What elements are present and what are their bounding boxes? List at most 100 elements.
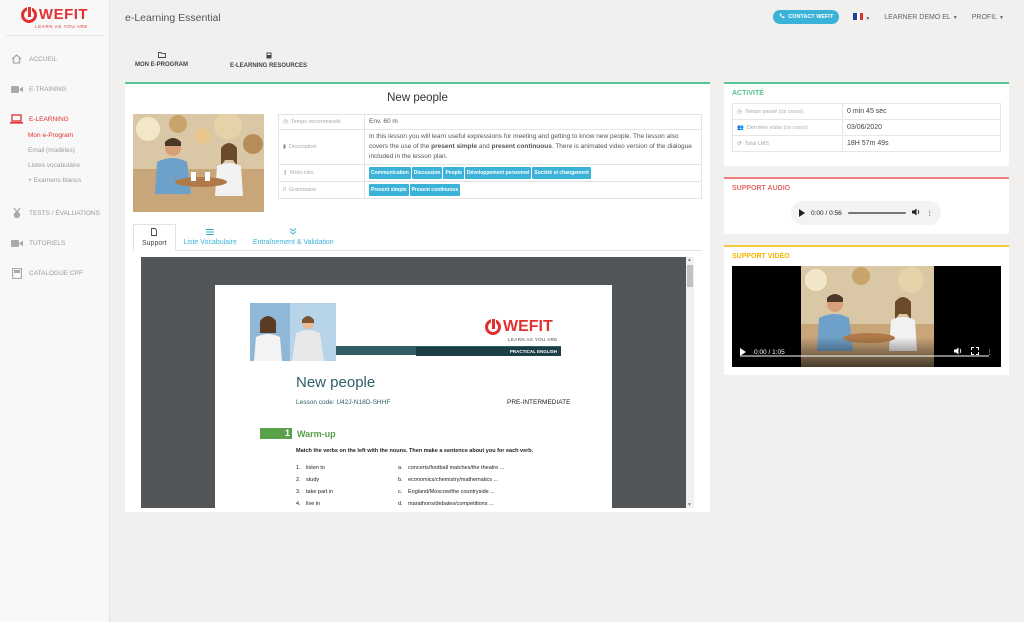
sidebar-item-tutoriels[interactable]: TUTORIELS — [0, 228, 109, 258]
e-learning-submenu: Mon e-Program Email (modèles) Listes voc… — [0, 128, 109, 188]
lesson-card: New people ◷ Temps recommandé Env. 60 m ▮… — [125, 82, 710, 512]
document-level: PRE-INTERMEDIATE — [507, 399, 571, 406]
keyword-tag[interactable]: Discussion — [411, 167, 443, 179]
brand-name: WEFIT — [38, 6, 89, 23]
document-lesson-code: Lesson code: U42J-N18D-SHHF — [296, 399, 391, 406]
volume-icon[interactable] — [911, 208, 921, 218]
tab-support[interactable]: Support — [133, 224, 176, 251]
sub-item-mon-e-program[interactable]: Mon e-Program — [28, 128, 109, 143]
audio-time: 0:00 / 0:56 — [811, 209, 842, 217]
language-dropdown[interactable]: ▼ — [853, 12, 871, 22]
app-title: e-Learning Essential — [125, 11, 221, 24]
sidebar-item-label: CATALOGUE CPF — [29, 269, 83, 277]
sidebar-item-catalogue-cpf[interactable]: CATALOGUE CPF — [0, 258, 109, 288]
caret-down-icon: ▼ — [865, 15, 871, 22]
topbar-actions: CONTACT WEFIT ▼ LEARNER DEMO EL ▼ PROFIL ▼ — [773, 10, 1004, 24]
info-key: Temps recommandé — [290, 119, 341, 125]
clock-icon: ◷ — [283, 119, 288, 125]
list-item: 4. live in — [296, 501, 321, 507]
sidebar-item-label: E-LEARNING — [29, 115, 69, 123]
sidebar-item-accueil[interactable]: ACCUEIL — [0, 44, 109, 74]
sub-item-listes-vocabulaire[interactable]: Listes vocabulaire — [28, 158, 109, 173]
activity-key: Temps passé (ce cours) — [744, 108, 804, 115]
pdf-scrollbar[interactable]: ▲ ▼ — [686, 257, 694, 508]
tab-label: Support — [142, 240, 167, 247]
video-progress-track[interactable] — [740, 355, 989, 357]
activity-key: Total LMS — [744, 140, 770, 147]
tab-liste-vocabulaire[interactable]: Liste Vocabulaire — [176, 224, 245, 250]
user-dropdown[interactable]: LEARNER DEMO EL ▼ — [884, 14, 957, 21]
brand-logo[interactable]: WEFIT LEARN AS YOU ARE — [6, 0, 103, 36]
video-camera-icon — [10, 84, 23, 95]
medal-icon — [10, 207, 23, 219]
video-title: SUPPORT VIDÉO — [732, 253, 790, 260]
topbar: e-Learning Essential CONTACT WEFIT ▼ LEA… — [110, 0, 1024, 35]
list-item: 1. listen to — [296, 465, 325, 471]
book-icon: ▮ — [283, 144, 287, 150]
info-key: Description — [289, 144, 317, 150]
audio-player[interactable]: 0:00 / 0:56 ⋮ — [791, 201, 941, 225]
clock-icon: ◷ — [737, 108, 742, 115]
scroll-up-icon[interactable]: ▲ — [687, 257, 692, 263]
sidebar-nav: ACCUEIL E-TRAINING E-LEARNING Mon e-Prog… — [0, 36, 109, 288]
document-image — [250, 303, 336, 361]
play-icon[interactable] — [799, 209, 805, 217]
sub-item-email-modeles[interactable]: Email (modèles) — [28, 143, 109, 158]
keyword-tag[interactable]: People — [443, 167, 464, 179]
brand-tagline: LEARN AS YOU ARE — [35, 24, 88, 29]
list-item: 3. take part in — [296, 489, 334, 495]
sidebar-item-label: TESTS / ÉVALUATIONS — [29, 209, 100, 217]
sidebar-item-label: TUTORIELS — [29, 239, 66, 247]
document-banner: PRACTICAL ENGLISH — [416, 347, 561, 356]
list-item: d. marathons/debates/competitions ... — [398, 501, 494, 507]
tab-label: MON E-PROGRAM — [135, 62, 188, 68]
book-icon — [266, 52, 272, 61]
desc-bold: present continuous — [491, 143, 552, 150]
grammar-tag[interactable]: Present continuous — [409, 184, 461, 196]
wefit-logo-icon — [20, 5, 37, 23]
activity-row: 👥 Dernière visite (ce cours) 03/06/2020 — [732, 119, 1001, 136]
list-item: c. England/Moscow/the countryside ... — [398, 489, 495, 495]
info-row-mots-cles: ⚷ Mots-clés Communication Discussion People… — [278, 164, 702, 182]
video-card: SUPPORT VIDÉO 0:00 / 1:05 ⋮ — [724, 245, 1009, 375]
profile-dropdown[interactable]: PROFIL ▼ — [972, 14, 1004, 21]
keyword-tag[interactable]: Communication — [369, 167, 411, 179]
document-tagline: LEARN AS YOU ARE — [508, 337, 558, 342]
user-label: LEARNER DEMO EL — [884, 13, 951, 21]
contact-button[interactable]: CONTACT WEFIT — [773, 10, 840, 24]
scrollbar-thumb[interactable] — [687, 265, 693, 287]
info-row-description: ▮ Description In this lesson you will lea… — [278, 129, 702, 165]
section-number: 1 — [260, 428, 292, 439]
keyword-tag[interactable]: Développement personnel — [464, 167, 532, 179]
activity-row: ◷ Temps passé (ce cours) 0 min 45 sec — [732, 103, 1001, 120]
tab-mon-e-program[interactable]: MON E-PROGRAM — [125, 52, 198, 69]
more-options-icon[interactable]: ⋮ — [927, 209, 934, 217]
noun-list: a. concerts/football matches/the theatre … — [398, 462, 504, 508]
lesson-info-table: ◷ Temps recommandé Env. 60 m ▮ Description… — [278, 114, 702, 199]
caret-down-icon: ▼ — [952, 14, 958, 21]
activity-row: ↺ Total LMS 18H 57m 49s — [732, 135, 1001, 152]
activity-value: 03/06/2020 — [842, 119, 1001, 136]
pdf-page: PRACTICAL ENGLISH WEFIT LEARN AS YOU ARE… — [215, 285, 612, 508]
video-player[interactable]: 0:00 / 1:05 ⋮ — [732, 266, 1001, 367]
activity-title: ACTIVITÉ — [732, 90, 764, 97]
list-item: a. concerts/football matches/the theatre … — [398, 465, 505, 471]
tab-entrainement-validation[interactable]: Entraînement & Validation — [245, 224, 342, 250]
sub-item-examens-blancs[interactable]: + Examens blancs — [28, 173, 109, 188]
keyword-tag[interactable]: Société et changement — [532, 167, 591, 179]
sidebar-item-tests[interactable]: TESTS / ÉVALUATIONS — [0, 198, 109, 228]
audio-progress-track[interactable] — [847, 212, 906, 214]
pdf-viewer[interactable]: PRACTICAL ENGLISH WEFIT LEARN AS YOU ARE… — [141, 257, 694, 508]
contact-label: CONTACT WEFIT — [788, 14, 834, 20]
info-value: Env. 60 m — [364, 114, 702, 130]
info-value-description: In this lesson you will learn useful exp… — [364, 129, 702, 165]
profile-label: PROFIL — [971, 13, 998, 21]
grammar-tags: Present simple Present continuous — [364, 181, 702, 199]
folder-icon — [157, 52, 166, 60]
tab-e-learning-resources[interactable]: E-LEARNING RESOURCES — [220, 52, 317, 69]
grammar-tag[interactable]: Present simple — [369, 184, 409, 196]
sidebar-item-e-training[interactable]: E-TRAINING — [0, 74, 109, 104]
scroll-down-icon[interactable]: ▼ — [687, 502, 692, 508]
info-key: Grammaire — [288, 187, 317, 193]
lesson-title: New people — [387, 92, 448, 104]
